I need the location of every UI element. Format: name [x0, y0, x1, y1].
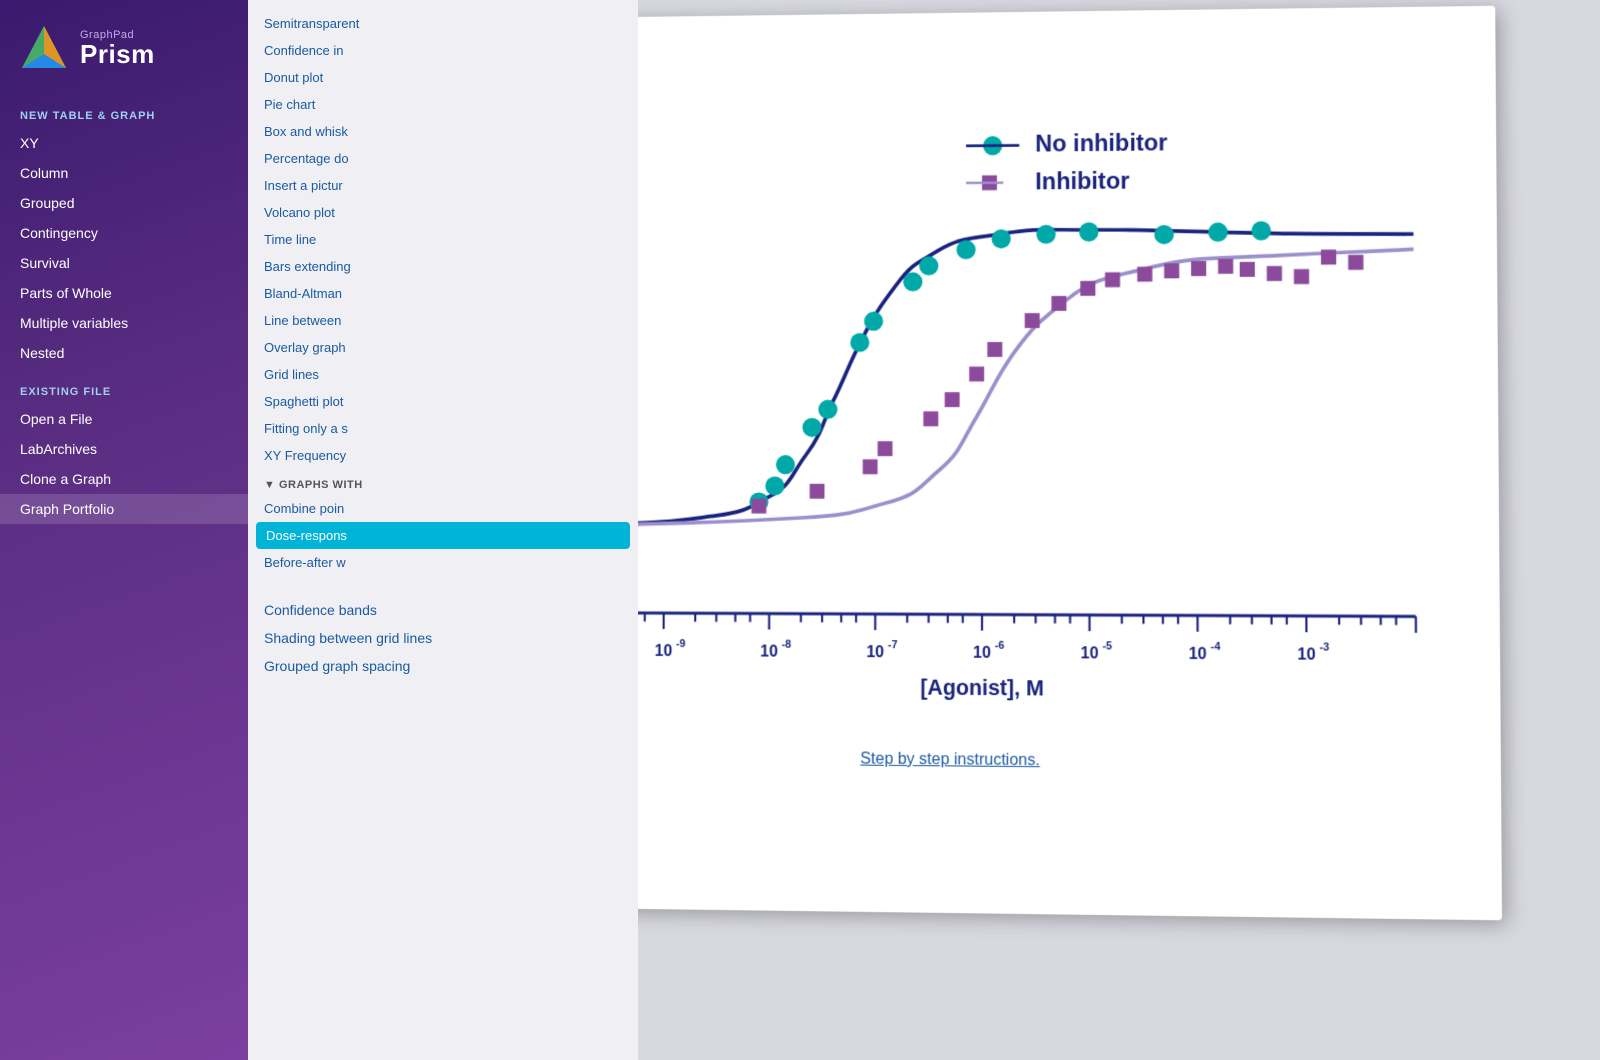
- sidebar-item-labarchives[interactable]: LabArchives: [0, 434, 248, 464]
- sidebar-item-graph-portfolio[interactable]: Graph Portfolio: [0, 494, 248, 524]
- middle-item-overlay-graph[interactable]: Overlay graph: [248, 334, 638, 361]
- middle-item-grid-lines[interactable]: Grid lines: [248, 361, 638, 388]
- existing-file-label: EXISTING FILE: [0, 368, 248, 404]
- svg-text:10: 10: [1297, 646, 1316, 664]
- bottom-item-grouped-spacing[interactable]: Grouped graph spacing: [248, 652, 638, 680]
- sidebar-item-clone-graph[interactable]: Clone a Graph: [0, 464, 248, 494]
- svg-text:10: 10: [655, 642, 673, 659]
- sidebar-item-nested[interactable]: Nested: [0, 338, 248, 368]
- sidebar-item-grouped[interactable]: Grouped: [0, 188, 248, 218]
- middle-item-confidence-in[interactable]: Confidence in: [248, 37, 638, 64]
- graphs-with-label: ▼ GRAPHS WITH: [248, 469, 638, 495]
- middle-item-semitransparent[interactable]: Semitransparent: [248, 10, 638, 37]
- sidebar-item-parts-of-whole[interactable]: Parts of Whole: [0, 278, 248, 308]
- middle-panel: Semitransparent Confidence in Donut plot…: [248, 0, 638, 1060]
- svg-text:[Agonist], M: [Agonist], M: [920, 676, 1044, 700]
- middle-item-line-between[interactable]: Line between: [248, 307, 638, 334]
- middle-item-before-after[interactable]: Before-after w: [248, 549, 638, 576]
- middle-item-box-whisk[interactable]: Box and whisk: [248, 118, 638, 145]
- svg-text:-8: -8: [782, 639, 792, 651]
- logo-icon: [20, 24, 68, 72]
- svg-text:-4: -4: [1211, 641, 1221, 653]
- svg-text:10: 10: [1081, 645, 1099, 662]
- sidebar-item-multiple-variables[interactable]: Multiple variables: [0, 308, 248, 338]
- middle-item-fitting-only[interactable]: Fitting only a s: [248, 415, 638, 442]
- bottom-item-confidence-bands[interactable]: Confidence bands: [248, 596, 638, 624]
- middle-item-time-line[interactable]: Time line: [248, 226, 638, 253]
- middle-item-pie-chart[interactable]: Pie chart: [248, 91, 638, 118]
- svg-text:-5: -5: [1102, 640, 1112, 652]
- middle-item-dose-response[interactable]: Dose-respons: [256, 522, 630, 549]
- middle-item-volcano-plot[interactable]: Volcano plot: [248, 199, 638, 226]
- sidebar-item-contingency[interactable]: Contingency: [0, 218, 248, 248]
- middle-item-spaghetti-plot[interactable]: Spaghetti plot: [248, 388, 638, 415]
- middle-item-xy-frequency[interactable]: XY Frequency: [248, 442, 638, 469]
- sidebar-item-survival[interactable]: Survival: [0, 248, 248, 278]
- sidebar-item-xy[interactable]: XY: [0, 128, 248, 158]
- svg-text:10: 10: [973, 644, 991, 661]
- svg-text:10: 10: [760, 643, 778, 660]
- logo-text: GraphPad Prism: [80, 30, 155, 67]
- svg-text:Inhibitor: Inhibitor: [1035, 168, 1129, 195]
- middle-item-combine-poin[interactable]: Combine poin: [248, 495, 638, 522]
- svg-text:-9: -9: [676, 638, 686, 650]
- middle-item-bars-extending[interactable]: Bars extending: [248, 253, 638, 280]
- sidebar-item-column[interactable]: Column: [0, 158, 248, 188]
- svg-text:No inhibitor: No inhibitor: [1035, 129, 1167, 156]
- middle-item-donut-plot[interactable]: Donut plot: [248, 64, 638, 91]
- middle-item-percentage-do[interactable]: Percentage do: [248, 145, 638, 172]
- bottom-item-shading[interactable]: Shading between grid lines: [248, 624, 638, 652]
- middle-item-bland-altman[interactable]: Bland-Altman: [248, 280, 638, 307]
- logo-prism: Prism: [80, 41, 155, 67]
- new-table-label: NEW TABLE & GRAPH: [0, 92, 248, 128]
- logo-area: GraphPad Prism: [0, 0, 248, 92]
- svg-text:-7: -7: [888, 639, 898, 651]
- svg-text:-6: -6: [995, 640, 1005, 652]
- svg-text:-3: -3: [1320, 641, 1330, 653]
- middle-item-insert-picture[interactable]: Insert a pictur: [248, 172, 638, 199]
- sidebar-item-open-file[interactable]: Open a File: [0, 404, 248, 434]
- svg-text:10: 10: [866, 644, 884, 661]
- svg-text:10: 10: [1189, 645, 1207, 663]
- sidebar: GraphPad Prism NEW TABLE & GRAPH XY Colu…: [0, 0, 248, 1060]
